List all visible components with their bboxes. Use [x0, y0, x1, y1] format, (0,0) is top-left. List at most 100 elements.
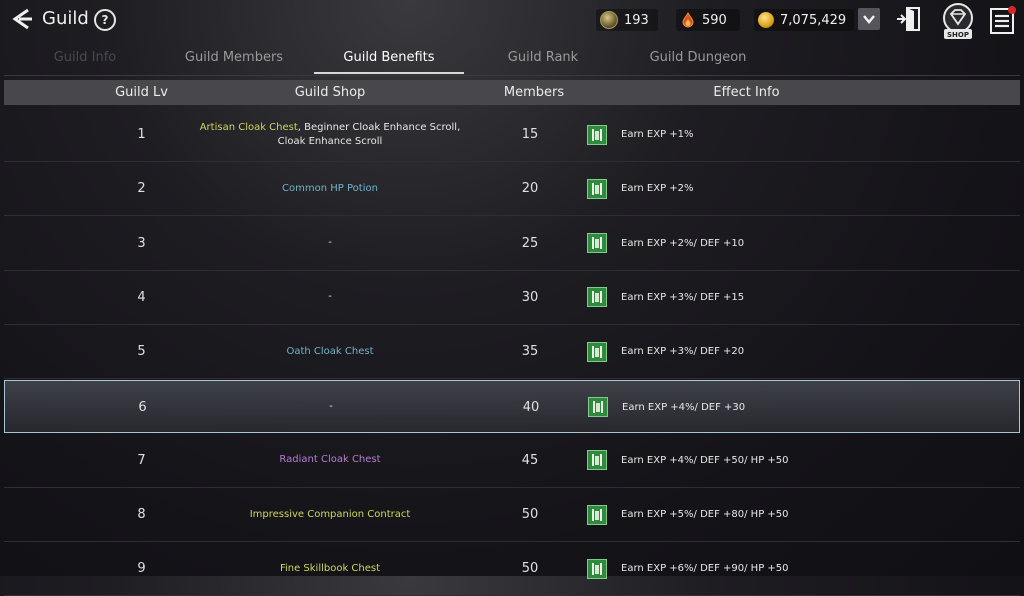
- effect-text: Earn EXP +4%/ DEF +30: [622, 401, 746, 413]
- tab-guild-rank[interactable]: Guild Rank: [488, 46, 598, 72]
- column-header-members: Members: [503, 85, 565, 100]
- currency-flame: 590: [676, 9, 740, 31]
- guild-shop-items: Artisan Cloak Chest, Beginner Cloak Enha…: [194, 108, 466, 161]
- flame-gem-icon: [682, 12, 694, 28]
- guild-shop-item: Radiant Cloak Chest: [279, 454, 381, 466]
- effect-info: Earn EXP +2%/ DEF +10: [587, 217, 1007, 270]
- required-members: 35: [521, 344, 539, 360]
- guild-level: 4: [137, 289, 146, 305]
- guild-shop-item: Common HP Potion: [282, 182, 378, 194]
- table-row[interactable]: 2 Common HP Potion 20 Earn EXP +2%: [4, 162, 1020, 217]
- guild-level: 1: [137, 127, 146, 142]
- effect-text: Earn EXP +2%/ DEF +10: [621, 237, 745, 249]
- guild-shop-item: Artisan Cloak Chest: [199, 121, 298, 133]
- table-row[interactable]: 6 - 40 Earn EXP +4%/ DEF +30: [4, 379, 1020, 434]
- guild-buff-icon[interactable]: [587, 341, 607, 362]
- required-members: 50: [521, 507, 539, 523]
- table-row[interactable]: 1 Artisan Cloak Chest, Beginner Cloak Enh…: [4, 108, 1020, 162]
- tab-guild-info[interactable]: Guild Info: [40, 46, 130, 72]
- required-members: 45: [521, 452, 539, 468]
- top-bar: Guild ? 193 590 7,075,429 SHOP: [0, 0, 1024, 40]
- required-members: 25: [521, 235, 539, 251]
- required-members: 30: [521, 289, 539, 305]
- guild-shop-text: -: [328, 290, 332, 304]
- guild-buff-icon[interactable]: [587, 450, 607, 471]
- table-row[interactable]: 5 Oath Cloak Chest 35 Earn EXP +3%/ DEF +20: [4, 325, 1020, 380]
- required-members: 20: [521, 181, 539, 197]
- guild-shop-text: Radiant Cloak Chest: [279, 453, 380, 467]
- help-icon[interactable]: ?: [94, 9, 116, 31]
- table-header: Guild Lv Guild Shop Members Effect Info: [4, 80, 1020, 105]
- guild-shop-item: Oath Cloak Chest: [286, 345, 374, 357]
- guild-shop-text: -: [329, 400, 333, 414]
- effect-info: Earn EXP +6%/ DEF +90/ HP +50: [587, 542, 1007, 595]
- effect-text: Earn EXP +4%/ DEF +50/ HP +50: [621, 454, 789, 466]
- back-arrow-icon[interactable]: [10, 6, 36, 32]
- crystal-coin-icon: [600, 11, 618, 29]
- effect-text: Earn EXP +5%/ DEF +80/ HP +50: [621, 509, 789, 521]
- table-row[interactable]: 4 - 30 Earn EXP +3%/ DEF +15: [4, 271, 1020, 325]
- guild-shop-items: Oath Cloak Chest: [194, 325, 466, 378]
- effect-text: Earn EXP +3%/ DEF +20: [621, 346, 745, 358]
- currency-flame-value: 590: [702, 12, 727, 28]
- tab-guild-members[interactable]: Guild Members: [170, 46, 298, 72]
- guild-shop-text: Artisan Cloak Chest, Beginner Cloak Enha…: [200, 121, 461, 149]
- guild-shop-items: Radiant Cloak Chest: [194, 434, 466, 487]
- guild-shop-text: Common HP Potion: [282, 182, 378, 196]
- table-row[interactable]: 9 Fine Skillbook Chest 50 Earn EXP +6%/ DEF…: [4, 542, 1020, 596]
- guild-buff-icon[interactable]: [587, 178, 607, 199]
- diamond-shop-icon: SHOP: [943, 3, 973, 39]
- guild-shop-item: -: [328, 291, 332, 303]
- guild-buff-icon[interactable]: [587, 504, 607, 525]
- guild-level: 7: [137, 452, 146, 468]
- gold-coin-icon: [758, 12, 774, 28]
- required-members: 50: [521, 561, 539, 577]
- effect-info: Earn EXP +3%/ DEF +15: [587, 271, 1007, 324]
- tab-divider: [4, 75, 1020, 76]
- guild-buff-icon[interactable]: [587, 124, 607, 145]
- column-header-guild-lv: Guild Lv: [115, 85, 168, 100]
- hamburger-menu-icon[interactable]: [990, 6, 1016, 34]
- guild-shop-text: Oath Cloak Chest: [286, 345, 373, 359]
- guild-shop-items: -: [194, 217, 466, 270]
- column-header-effect-info: Effect Info: [713, 85, 780, 100]
- guild-shop-items: Impressive Companion Contract: [194, 488, 466, 541]
- currency-crystal-value: 193: [624, 12, 649, 28]
- guild-buff-icon[interactable]: [587, 287, 607, 308]
- guild-shop-item: Fine Skillbook Chest: [279, 562, 381, 574]
- effect-info: Earn EXP +3%/ DEF +20: [587, 325, 1007, 378]
- shop-label: SHOP: [947, 31, 969, 39]
- required-members: 15: [521, 127, 539, 142]
- table-row[interactable]: 3 - 25 Earn EXP +2%/ DEF +10: [4, 217, 1020, 271]
- shop-button[interactable]: SHOP: [938, 2, 978, 40]
- chevron-down-icon[interactable]: [858, 8, 880, 30]
- guild-shop-item: -: [328, 237, 332, 249]
- guild-buff-icon[interactable]: [588, 397, 608, 417]
- currency-crystal: 193: [596, 9, 658, 31]
- guild-shop-text: Fine Skillbook Chest: [280, 562, 380, 576]
- tab-guild-dungeon[interactable]: Guild Dungeon: [630, 46, 766, 72]
- guild-shop-items: Common HP Potion: [194, 162, 466, 215]
- guild-level: 6: [138, 399, 147, 415]
- tab-bar: Guild Info Guild Members Guild Benefits …: [0, 46, 1024, 74]
- exit-door-icon[interactable]: [896, 5, 924, 33]
- effect-info: Earn EXP +4%/ DEF +50/ HP +50: [587, 434, 1007, 487]
- page-title: Guild: [42, 8, 89, 29]
- guild-level: 5: [137, 344, 146, 360]
- guild-shop-item: -: [329, 401, 333, 412]
- tab-guild-benefits[interactable]: Guild Benefits: [314, 46, 464, 74]
- guild-shop-items: -: [195, 381, 467, 434]
- guild-buff-icon[interactable]: [587, 233, 607, 254]
- table-row[interactable]: 7 Radiant Cloak Chest 45 Earn EXP +4%/ DEF …: [4, 434, 1020, 488]
- effect-info: Earn EXP +1%: [587, 108, 1007, 161]
- guild-shop-items: Fine Skillbook Chest: [194, 542, 466, 595]
- guild-level: 2: [137, 181, 146, 197]
- guild-shop-item: , Beginner Cloak Enhance Scroll,: [297, 121, 461, 133]
- effect-info: Earn EXP +5%/ DEF +80/ HP +50: [587, 488, 1007, 541]
- table-row[interactable]: 8 Impressive Companion Contract 50 Earn EXP…: [4, 488, 1020, 543]
- guild-level: 9: [137, 561, 146, 577]
- guild-level: 8: [137, 507, 146, 523]
- currency-gold: 7,075,429: [754, 9, 854, 31]
- guild-shop-item: Impressive Companion Contract: [249, 508, 411, 520]
- guild-shop-text: Impressive Companion Contract: [250, 508, 411, 522]
